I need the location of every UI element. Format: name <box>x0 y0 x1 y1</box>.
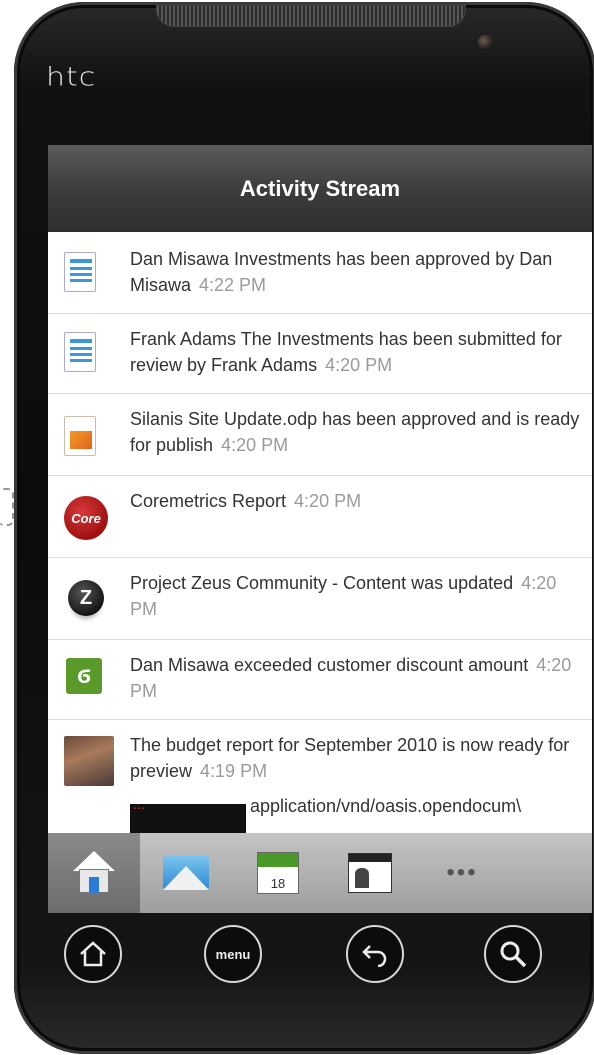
list-item[interactable]: Silanis Site Update.odp has been approve… <box>48 394 592 476</box>
tab-mail[interactable] <box>140 833 232 913</box>
list-item[interactable]: The budget report for September 2010 is … <box>48 720 592 833</box>
brand-logo: htc <box>46 62 97 93</box>
contacts-icon <box>348 853 392 893</box>
list-item[interactable]: Dan Misawa Investments has been approved… <box>48 232 592 314</box>
discount-icon: ϭ <box>66 658 102 694</box>
coremetrics-logo-icon: Core <box>64 496 108 540</box>
document-icon <box>64 252 96 292</box>
back-arrow-icon <box>362 945 387 967</box>
bottom-tab-bar: 18 ••• <box>48 833 592 913</box>
activity-text: Dan Misawa exceeded customer discount am… <box>130 655 529 675</box>
phone-frame: htc Activity Stream Dan Misawa Investmen… <box>14 2 594 1054</box>
list-item-text: The budget report for September 2010 is … <box>130 732 586 784</box>
list-item[interactable]: Z Project Zeus Community - Content was u… <box>48 558 592 640</box>
mail-icon <box>163 856 209 890</box>
activity-text: Project Zeus Community - Content was upd… <box>130 573 514 593</box>
timestamp: 4:20 PM <box>221 435 289 455</box>
title-bar: Activity Stream <box>48 145 592 232</box>
speaker-grille <box>156 5 466 27</box>
hardware-search-button[interactable] <box>484 925 542 983</box>
page-title: Activity Stream <box>239 175 401 201</box>
tab-contacts[interactable] <box>324 833 416 913</box>
screen: Activity Stream Dan Misawa Investments h… <box>48 145 592 913</box>
home-icon <box>71 851 117 895</box>
activity-text: Coremetrics Report <box>130 491 287 511</box>
hardware-back-button[interactable] <box>346 925 404 983</box>
activity-text: The budget report for September 2010 is … <box>130 735 570 781</box>
attachment-thumbnail[interactable]: ▪ ▪ ▪ <box>130 804 246 833</box>
attachment-type: application/vnd/oasis.opendocum\ <box>250 796 522 816</box>
list-item[interactable]: ϭ Dan Misawa exceeded customer discount … <box>48 640 592 720</box>
calendar-icon: 18 <box>257 852 299 894</box>
tab-more[interactable]: ••• <box>416 833 508 913</box>
timestamp: 4:22 PM <box>199 275 267 295</box>
list-item-text: Frank Adams The Investments has been sub… <box>130 326 586 378</box>
list-item-text: Project Zeus Community - Content was upd… <box>130 570 586 622</box>
presentation-icon <box>64 416 96 456</box>
search-icon <box>500 941 527 968</box>
timestamp: 4:20 PM <box>325 355 393 375</box>
timestamp: 4:19 PM <box>200 761 268 781</box>
activity-text: Dan Misawa Investments has been approved… <box>130 249 553 295</box>
hardware-home-button[interactable] <box>64 925 122 983</box>
user-photo-avatar <box>64 736 114 786</box>
document-icon <box>64 332 96 372</box>
home-outline-icon <box>80 941 106 967</box>
activity-text: Silanis Site Update.odp has been approve… <box>130 409 580 455</box>
frame-decoration <box>0 488 14 526</box>
front-camera <box>478 35 492 49</box>
hardware-menu-button[interactable]: menu <box>204 925 262 983</box>
timestamp: 4:20 PM <box>294 491 362 511</box>
tab-calendar[interactable]: 18 <box>232 833 324 913</box>
list-item-text: Coremetrics Report 4:20 PM <box>130 488 586 514</box>
list-item[interactable]: Frank Adams The Investments has been sub… <box>48 314 592 394</box>
list-item-text: Dan Misawa Investments has been approved… <box>130 246 586 298</box>
activity-list[interactable]: Dan Misawa Investments has been approved… <box>48 232 592 833</box>
list-item[interactable]: Core Coremetrics Report 4:20 PM <box>48 476 592 558</box>
list-item-text: Dan Misawa exceeded customer discount am… <box>130 652 586 704</box>
zeus-logo-icon: Z <box>68 580 104 616</box>
tab-home[interactable] <box>48 833 140 913</box>
list-item-text: Silanis Site Update.odp has been approve… <box>130 406 586 458</box>
more-icon: ••• <box>446 859 478 886</box>
